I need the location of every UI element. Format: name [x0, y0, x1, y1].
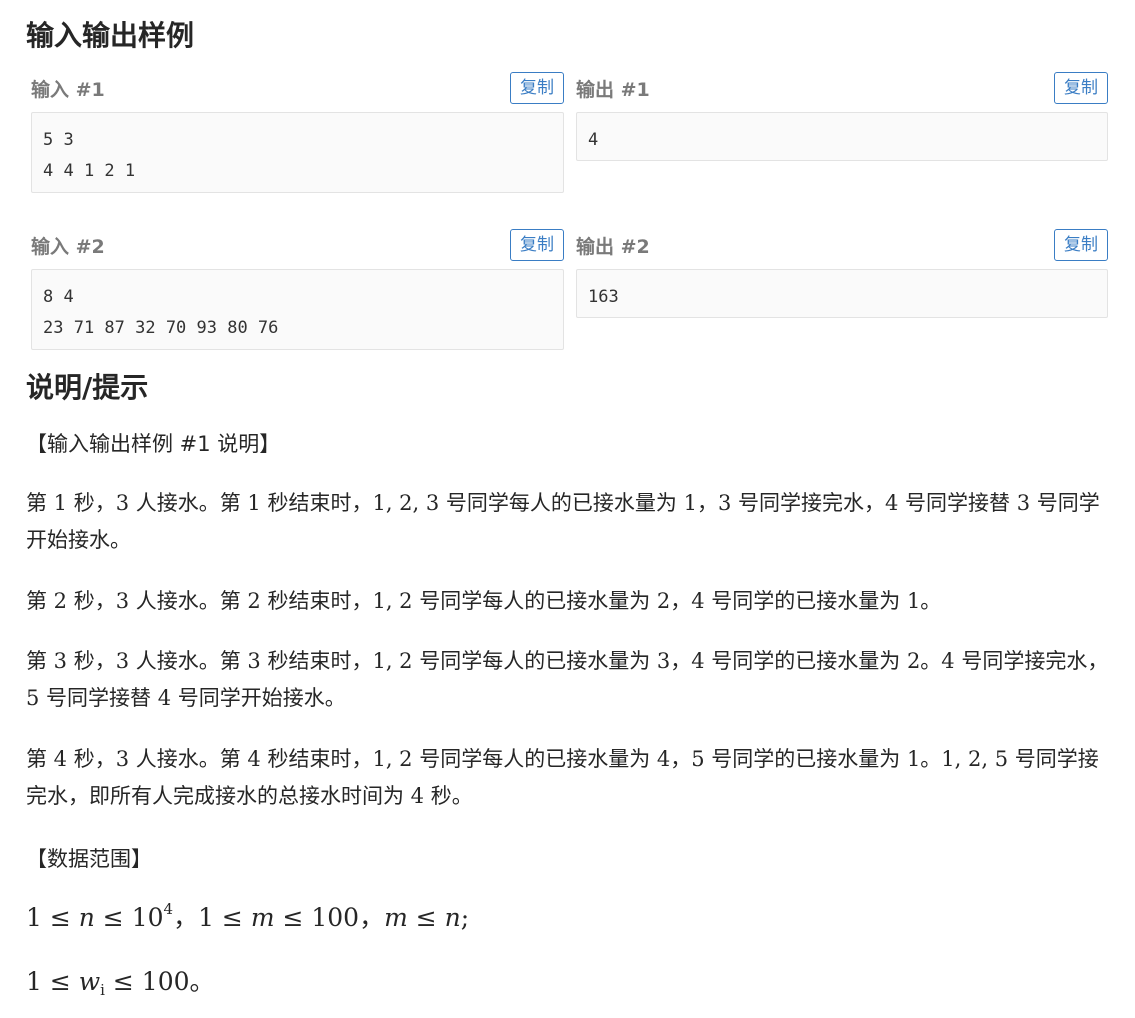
samples-title: 输入输出样例: [26, 19, 195, 52]
math-part: 1 ≤: [26, 903, 79, 932]
sample-output-1: 输出 #1 复制 4: [576, 70, 1108, 193]
copy-output-1-button[interactable]: 复制: [1054, 72, 1108, 104]
math-var-m: m: [384, 903, 408, 932]
output-2-code[interactable]: 163: [576, 269, 1108, 318]
output-1-code[interactable]: 4: [576, 112, 1108, 161]
sample-group-1: 输入 #1 复制 5 3 4 4 1 2 1 输出 #1 复制 4: [31, 70, 1108, 193]
hint-paragraph-3: 第 3 秒，3 人接水。第 3 秒结束时，1, 2 号同学每人的已接水量为 3，…: [26, 649, 1109, 710]
range-formula-1: 1 ≤ n ≤ 104，1 ≤ m ≤ 100，m ≤ n;: [26, 898, 469, 934]
copy-input-2-button[interactable]: 复制: [510, 229, 564, 261]
range-heading: 【数据范围】: [26, 847, 152, 871]
math-part: ≤ 10: [94, 903, 164, 932]
input-2-code[interactable]: 8 4 23 71 87 32 70 93 80 76: [31, 269, 564, 350]
problem-page: 输入输出样例 输入 #1 复制 5 3 4 4 1 2 1 输出 #1 复制 4: [0, 0, 1135, 1018]
math-var-n: n: [444, 903, 461, 932]
input-label: 输入 #1: [31, 78, 105, 101]
math-part: ，1 ≤: [173, 903, 251, 932]
range-formula-2: 1 ≤ wi ≤ 100。: [26, 962, 215, 999]
math-exponent: 4: [163, 900, 174, 918]
hint-paragraph-2: 第 2 秒，3 人接水。第 2 秒结束时，1, 2 号同学每人的已接水量为 2，…: [26, 589, 942, 613]
output-label: 输出 #2: [576, 235, 650, 258]
input-label: 输入 #2: [31, 235, 105, 258]
math-var-w: w: [78, 967, 101, 996]
math-part: ;: [460, 903, 470, 932]
hint-paragraph-4: 第 4 秒，3 人接水。第 4 秒结束时，1, 2 号同学每人的已接水量为 4，…: [26, 747, 1099, 808]
copy-input-1-button[interactable]: 复制: [510, 72, 564, 104]
math-part: ≤ 100。: [104, 967, 215, 996]
output-label: 输出 #1: [576, 78, 650, 101]
sample-input-2: 输入 #2 复制 8 4 23 71 87 32 70 93 80 76: [31, 227, 564, 350]
math-var-m: m: [250, 903, 275, 932]
copy-output-2-button[interactable]: 复制: [1054, 229, 1108, 261]
math-part: ≤: [407, 903, 445, 932]
sample-output-2: 输出 #2 复制 163: [576, 227, 1108, 350]
hint-paragraph-1: 第 1 秒，3 人接水。第 1 秒结束时，1, 2, 3 号同学每人的已接水量为…: [26, 491, 1100, 552]
sample-input-1: 输入 #1 复制 5 3 4 4 1 2 1: [31, 70, 564, 193]
sample-group-2: 输入 #2 复制 8 4 23 71 87 32 70 93 80 76 输出 …: [31, 227, 1108, 350]
math-part: 1 ≤: [26, 967, 79, 996]
math-var-n: n: [78, 903, 95, 932]
input-1-code[interactable]: 5 3 4 4 1 2 1: [31, 112, 564, 193]
sample-note-heading: 【输入输出样例 #1 说明】: [26, 432, 281, 456]
math-part: ≤ 100，: [274, 903, 385, 932]
hint-title: 说明/提示: [26, 371, 149, 404]
